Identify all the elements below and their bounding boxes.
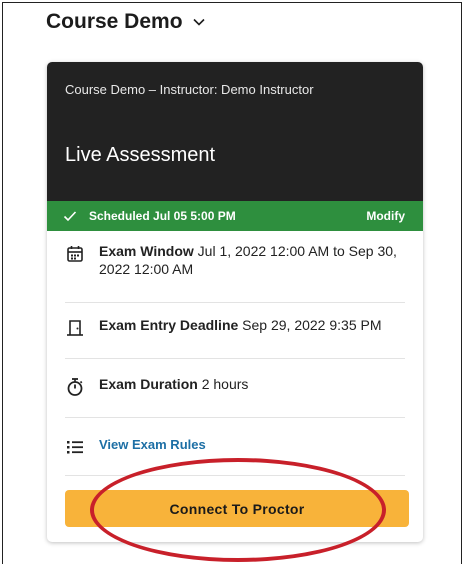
exam-rules-row: View Exam Rules [65,435,405,476]
schedule-bar: Scheduled Jul 05 5:00 PM Modify [47,201,423,231]
exam-window-label: Exam Window [99,243,194,259]
view-exam-rules-link[interactable]: View Exam Rules [99,437,206,452]
course-selector[interactable]: Course Demo [46,10,207,34]
exam-window-row: Exam Window Jul 1, 2022 12:00 AM to Sep … [65,242,405,303]
door-icon [67,320,83,336]
entry-deadline-value: Sep 29, 2022 9:35 PM [242,317,382,333]
check-icon [63,211,77,222]
connect-to-proctor-button[interactable]: Connect To Proctor [65,490,409,527]
entry-deadline-row: Exam Entry Deadline Sep 29, 2022 9:35 PM [65,316,405,359]
schedule-label: Scheduled Jul 05 5:00 PM [89,209,236,223]
course-instructor-line: Course Demo – Instructor: Demo Instructo… [65,82,314,97]
chevron-down-icon [192,18,205,26]
stopwatch-icon [67,378,83,396]
course-title: Course Demo [46,10,183,33]
card-banner: Course Demo – Instructor: Demo Instructo… [47,62,423,201]
duration-value: 2 hours [201,376,249,392]
list-icon [67,441,83,454]
duration-row: Exam Duration 2 hours [65,375,405,418]
calendar-icon [67,246,83,262]
entry-deadline-label: Exam Entry Deadline [99,317,239,333]
duration-label: Exam Duration [99,376,198,392]
assessment-card: Course Demo – Instructor: Demo Instructo… [47,62,423,542]
assessment-title: Live Assessment [65,144,216,166]
modify-button[interactable]: Modify [366,209,405,223]
